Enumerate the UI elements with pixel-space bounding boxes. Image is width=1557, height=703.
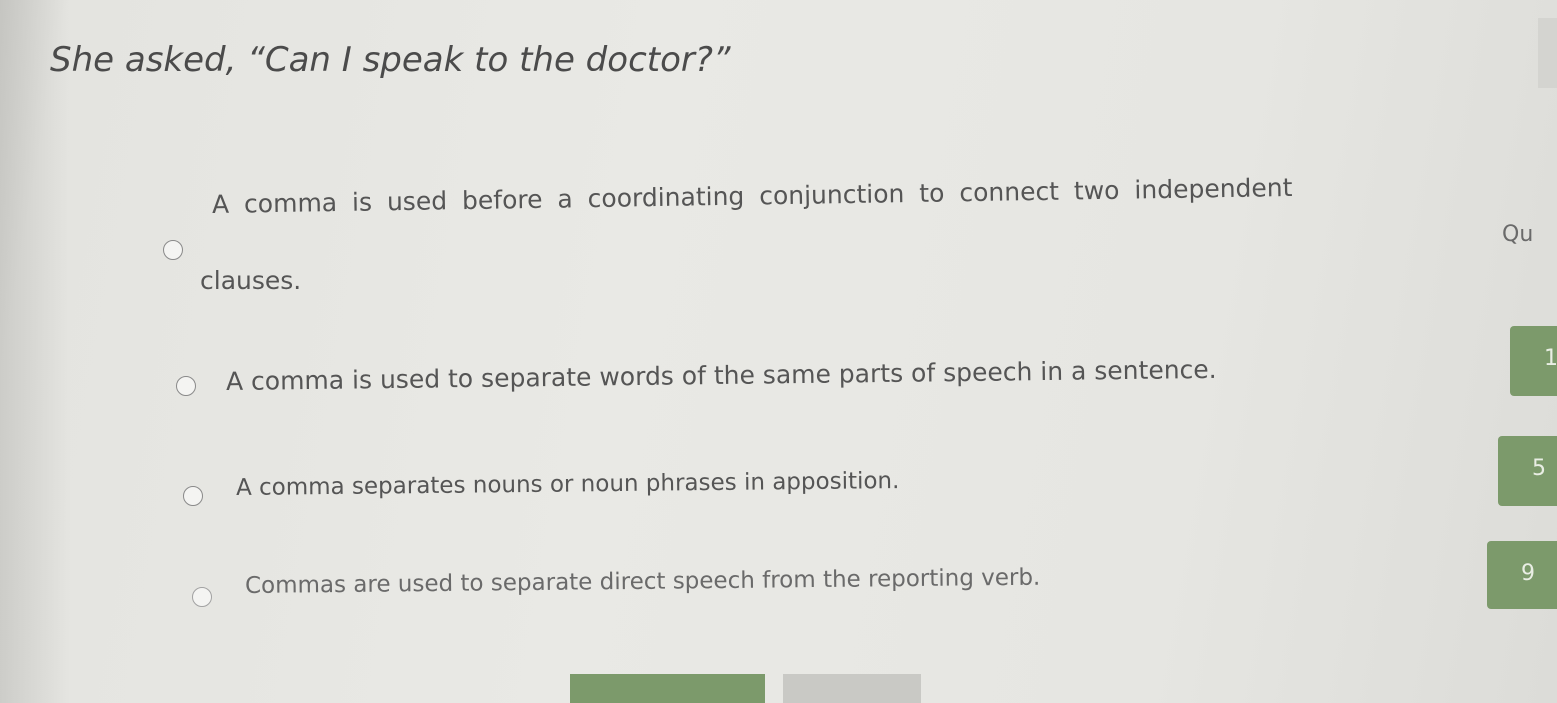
option-1-label-line-2[interactable]: clauses. [200, 266, 301, 295]
option-2-radio[interactable] [176, 376, 196, 396]
option-4-radio[interactable] [192, 587, 212, 607]
option-3-label[interactable]: A comma separates nouns or noun phrases … [236, 468, 900, 501]
question-number-button-9[interactable]: 9 [1487, 541, 1557, 609]
option-1-radio[interactable] [163, 240, 183, 260]
bottom-secondary-button[interactable] [783, 674, 921, 703]
sidebar-header-fragment: Qu [1502, 222, 1534, 247]
sidebar-edge [1538, 18, 1557, 88]
question-number-button-1[interactable]: 1 [1510, 326, 1557, 396]
bottom-primary-button[interactable] [570, 674, 765, 703]
left-edge-shadow [0, 0, 70, 703]
question-text: She asked, “Can I speak to the doctor?” [50, 40, 731, 80]
option-4-label[interactable]: Commas are used to separate direct speec… [245, 565, 1041, 599]
quiz-screen: She asked, “Can I speak to the doctor?” … [0, 0, 1557, 703]
question-number-button-5[interactable]: 5 [1498, 436, 1557, 506]
option-3-radio[interactable] [183, 486, 203, 506]
option-1-label-line-1[interactable]: A comma is used before a coordinating co… [212, 173, 1293, 219]
option-2-label[interactable]: A comma is used to separate words of the… [226, 355, 1217, 396]
